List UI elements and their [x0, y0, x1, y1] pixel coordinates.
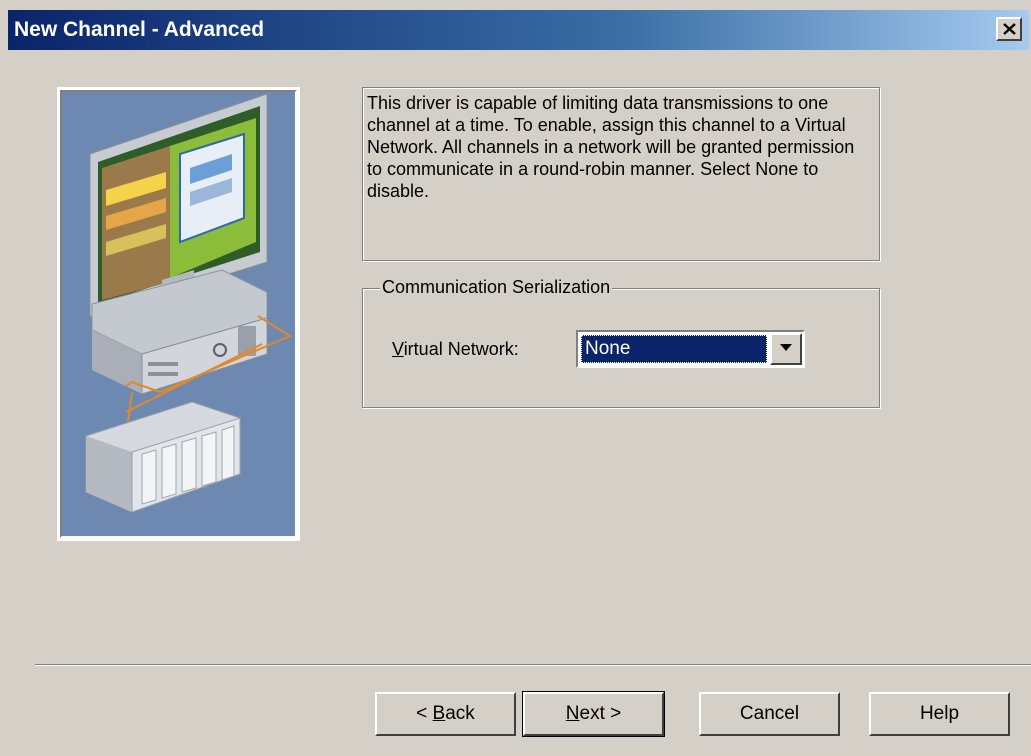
virtual-network-label: Virtual Network:: [392, 339, 519, 359]
next-button[interactable]: Next >: [522, 691, 665, 737]
description-box: This driver is capable of limiting data …: [362, 87, 880, 261]
title-bar: New Channel - Advanced: [8, 10, 1029, 50]
separator: [35, 664, 1031, 666]
cancel-button[interactable]: Cancel: [699, 692, 840, 736]
computer-plc-illustration: [85, 93, 293, 513]
chevron-down-icon: [780, 344, 792, 351]
dropdown-button[interactable]: [770, 333, 802, 365]
back-button[interactable]: < Back: [375, 692, 516, 736]
help-button[interactable]: Help: [869, 692, 1010, 736]
virtual-network-select[interactable]: None: [576, 330, 805, 368]
groupbox-label: Communication Serialization: [380, 277, 613, 298]
virtual-network-value[interactable]: None: [581, 335, 767, 363]
close-button[interactable]: [996, 17, 1022, 41]
description-text: This driver is capable of limiting data …: [367, 93, 855, 201]
wizard-illustration: [60, 90, 297, 538]
close-icon: [1003, 23, 1016, 35]
wizard-illustration-frame: [57, 87, 300, 541]
dialog-window: New Channel - Advanced This driver is ca…: [0, 0, 1031, 756]
window-title: New Channel - Advanced: [14, 18, 265, 41]
